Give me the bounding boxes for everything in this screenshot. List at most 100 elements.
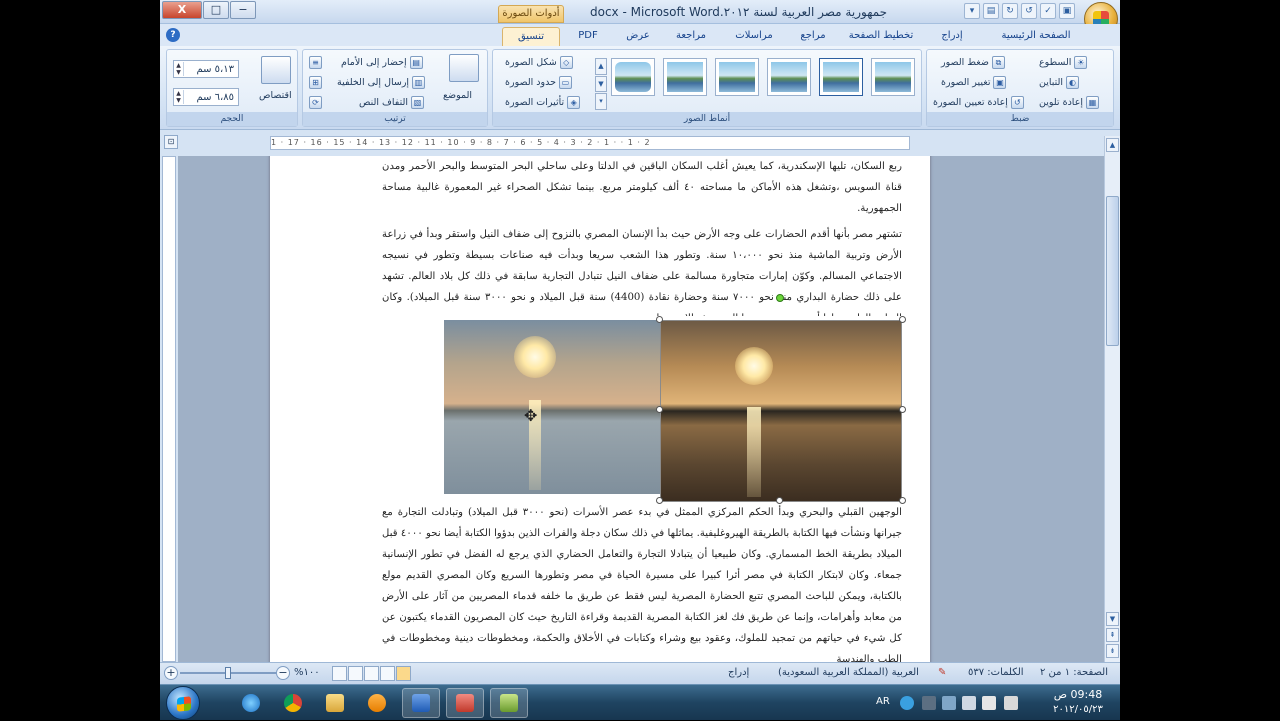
zoom-level[interactable]: ١٠٠% [294,667,320,678]
resize-handle[interactable] [899,406,906,413]
keyboard-icon[interactable] [982,696,996,710]
tab-page-layout[interactable]: تخطيط الصفحة [844,27,918,46]
vertical-scrollbar[interactable]: ▲ ▼ ⇞ ⇟ [1104,136,1120,662]
picture-style-thumb[interactable] [715,58,759,96]
redo-icon[interactable]: ↻ [1002,3,1018,19]
document-page[interactable]: ربع السكان، تليها الإسكندرية، كما يعيش أ… [270,156,930,662]
scroll-down-icon[interactable]: ▼ [1106,612,1119,626]
show-hidden-icons[interactable] [922,696,936,710]
zoom-slider-knob[interactable] [225,667,231,679]
contrast-button[interactable]: ◐ التباين [1039,76,1080,89]
app-taskbar-icon[interactable] [490,688,528,718]
send-to-back-button[interactable]: ▥ إرسال إلى الخلفية [337,76,426,89]
tab-mailings[interactable]: مراسلات [726,27,782,46]
word-taskbar-icon[interactable] [402,688,440,718]
power-icon[interactable] [1004,696,1018,710]
ie-taskbar-icon[interactable] [232,688,270,718]
full-screen-reading-icon[interactable] [380,666,395,681]
rotate-button[interactable]: ⟳ [309,96,322,109]
gallery-scroll[interactable]: ▲ ▼ ▾ [595,58,607,111]
info-tray-icon[interactable] [900,696,914,710]
picture-style-thumb[interactable] [611,58,655,96]
picture-border-button[interactable]: ▭ حدود الصورة [505,76,572,89]
resize-handle[interactable] [656,406,663,413]
check-icon[interactable]: ✓ [1040,3,1056,19]
clock-date[interactable]: ٢٠١٢/٠٥/٢٣ [1038,704,1118,715]
chrome-taskbar-icon[interactable] [274,688,312,718]
resize-handle[interactable] [899,316,906,323]
rotate-handle[interactable] [776,294,784,302]
start-button[interactable] [166,686,200,720]
brightness-button[interactable]: ☀ السطوع [1039,56,1088,69]
page-number[interactable]: الصفحة: ١ من ٢ [1040,667,1108,678]
height-spinner[interactable]: ▲ ▼ ٥،١٣ سم [173,60,239,78]
input-language[interactable]: AR [876,696,890,707]
language-status[interactable]: العربية (المملكة العربية السعودية) [778,667,919,678]
volume-icon[interactable] [962,696,976,710]
zoom-out-icon[interactable]: − [276,666,290,680]
tab-review[interactable]: مراجعة [666,27,716,46]
minimize-button[interactable]: − [230,1,256,19]
paragraph-3[interactable]: الوجهين القبلي والبحري وبدأ الحكم المركز… [382,502,902,662]
change-picture-button[interactable]: ▣ تغيير الصورة [941,76,1007,89]
text-wrap-button[interactable]: ▧ التفاف النص [359,96,425,109]
paragraph-2[interactable]: تشتهر مصر بأنها أقدم الحضارات على وجه ال… [382,224,902,316]
spinner-arrows-icon[interactable]: ▲ ▼ [174,62,184,76]
horizontal-ruler[interactable]: 1 · 17 · 16 · 15 · 14 · 13 · 12 · 11 · 1… [270,136,910,150]
customize-qat-icon[interactable]: ▾ [964,3,980,19]
picture-style-thumb[interactable] [663,58,707,96]
print-icon[interactable]: ▤ [983,3,999,19]
media-player-taskbar-icon[interactable] [358,688,396,718]
network-icon[interactable] [942,696,956,710]
picture-style-thumb[interactable] [767,58,811,96]
outline-view-icon[interactable] [348,666,363,681]
proofing-icon[interactable]: ✎ [938,667,946,678]
tab-format[interactable]: تنسيق [502,27,560,46]
maximize-button[interactable]: □ [203,1,229,19]
save-icon[interactable]: ▣ [1059,3,1075,19]
vertical-ruler[interactable] [162,156,176,662]
tab-view[interactable]: عرض [618,27,658,46]
help-icon[interactable]: ? [166,28,180,42]
picture-shape-button[interactable]: ◇ شكل الصورة [505,56,573,69]
picture-nile-sunset-right[interactable] [660,320,902,502]
compress-pictures-button[interactable]: ⧉ ضغط الصور [941,56,1005,69]
crop-button[interactable]: اقتصاص [259,90,292,101]
picture-style-thumb[interactable] [819,58,863,96]
tab-pdf[interactable]: PDF [572,27,604,46]
width-spinner[interactable]: ▲ ▼ ٦،٨٥ سم [173,88,239,106]
position-button[interactable]: الموضع [443,90,472,101]
bring-to-front-button[interactable]: ▤ إحضار إلى الأمام [341,56,423,69]
undo-icon[interactable]: ↺ [1021,3,1037,19]
reset-picture-button[interactable]: ↺ إعادة تعيين الصورة [933,96,1024,109]
height-value[interactable]: ٥،١٣ سم [184,64,238,75]
picture-style-thumb[interactable] [871,58,915,96]
spinner-arrows-icon[interactable]: ▲ ▼ [174,90,184,104]
pdf-taskbar-icon[interactable] [446,688,484,718]
gallery-down-icon[interactable]: ▼ [595,75,607,93]
align-button[interactable]: ≡ [309,56,322,69]
paragraph-1[interactable]: ربع السكان، تليها الإسكندرية، كما يعيش أ… [382,156,902,219]
position-icon[interactable] [449,54,479,82]
draft-view-icon[interactable] [332,666,347,681]
tab-insert[interactable]: إدراج [932,27,972,46]
zoom-in-icon[interactable]: + [164,666,178,680]
explorer-taskbar-icon[interactable] [316,688,354,718]
recolor-button[interactable]: ▦ إعادة تلوين [1039,96,1100,109]
width-value[interactable]: ٦،٨٥ سم [184,92,238,103]
previous-page-icon[interactable]: ⇞ [1106,628,1119,642]
gallery-more-icon[interactable]: ▾ [595,93,607,111]
resize-handle[interactable] [656,316,663,323]
gallery-up-icon[interactable]: ▲ [595,58,607,75]
scroll-up-icon[interactable]: ▲ [1106,138,1119,152]
print-layout-icon[interactable] [396,666,411,681]
clock-time[interactable]: 09:48 ص [1038,688,1118,701]
word-count[interactable]: الكلمات: ٥٣٧ [968,667,1024,678]
tab-references[interactable]: مراجع [790,27,836,46]
scroll-thumb[interactable] [1106,196,1119,346]
next-page-icon[interactable]: ⇟ [1106,644,1119,658]
web-layout-icon[interactable] [364,666,379,681]
group-button[interactable]: ⊞ [309,76,322,89]
crop-icon[interactable] [261,56,291,84]
picture-nile-sunset-left[interactable] [444,320,660,494]
